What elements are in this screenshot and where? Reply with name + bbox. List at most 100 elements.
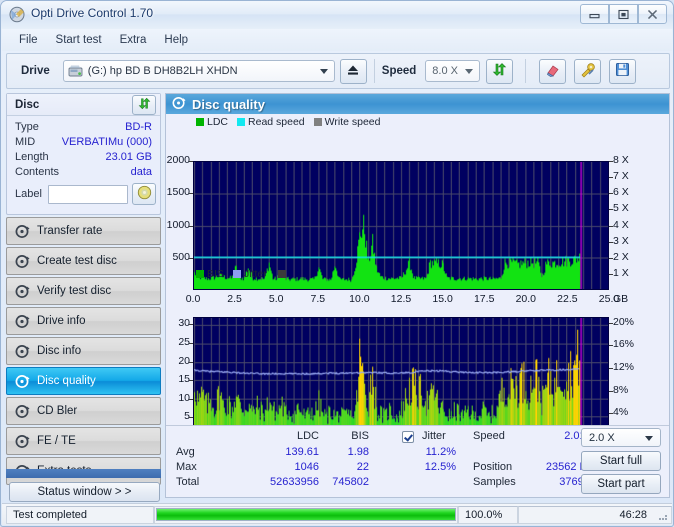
close-button[interactable]: [638, 4, 667, 24]
app-window: Opti Drive Control 1.70 File Start test …: [0, 0, 674, 527]
axis-tick-label: 16%: [613, 338, 635, 351]
status-bar: Test completed 100.0% 46:28: [2, 503, 672, 525]
sidebar-accent-bar: [6, 469, 161, 478]
axis-tick: [609, 273, 613, 275]
axis-tick: [189, 324, 193, 326]
jitter-checkbox[interactable]: [402, 431, 414, 443]
erase-button[interactable]: [539, 58, 567, 84]
axis-tick: [609, 193, 613, 195]
save-icon: [615, 62, 630, 80]
disc-length-label: Length: [15, 151, 49, 163]
legend-swatch: [196, 269, 204, 278]
disc-icon: [11, 344, 33, 359]
disc-icon: [11, 254, 33, 269]
read-label-button[interactable]: [132, 183, 156, 205]
axis-tick-label: 22.5: [557, 293, 578, 305]
axis-tick-label: 3 X: [613, 234, 629, 247]
axis-tick-label: 7.5: [310, 293, 326, 305]
progress-bar: [156, 508, 456, 521]
minimize-button[interactable]: [580, 4, 609, 24]
erase-icon: [545, 62, 561, 81]
toolbar-divider-1: [373, 59, 375, 83]
sidebar-item-disc-info[interactable]: Disc info: [6, 337, 161, 365]
disc-icon: [11, 404, 33, 419]
refresh-speed-button[interactable]: [486, 58, 514, 84]
axis-tick-label: 20: [178, 354, 190, 367]
start-part-button[interactable]: Start part: [581, 474, 661, 494]
chart-bottom-legend: BIS Jitter: [166, 267, 286, 280]
menu-bar: File Start test Extra Help: [2, 29, 672, 51]
menu-item-file[interactable]: File: [10, 32, 47, 48]
row-label-avg: Avg: [176, 446, 195, 458]
axis-tick-label: 10.0: [349, 293, 370, 305]
legend-item-ldc: LDC: [196, 116, 228, 128]
axis-tick-label: 25: [178, 336, 190, 349]
axis-tick: [609, 241, 613, 243]
sidebar-item-fe-te[interactable]: FE / TE: [6, 427, 161, 455]
axis-tick-label: 15: [178, 373, 190, 386]
legend-label: BIS: [207, 267, 224, 280]
refresh-icon: [492, 62, 507, 80]
axis-tick-label: 2 X: [613, 250, 629, 263]
axis-tick: [189, 161, 193, 162]
disc-label-row: Label: [7, 183, 160, 205]
sidebar-item-transfer-rate[interactable]: Transfer rate: [6, 217, 161, 245]
axis-tick-label: 1500: [166, 186, 190, 199]
test-speed-select[interactable]: 2.0 X: [581, 428, 661, 447]
sidebar-item-cd-bler[interactable]: CD Bler: [6, 397, 161, 425]
disc-contents-label: Contents: [15, 166, 60, 178]
legend-label: Jitter: [243, 267, 267, 280]
legend-swatch: [232, 269, 241, 278]
title-bar: Opti Drive Control 1.70: [1, 1, 673, 29]
test-speed-value: 2.0 X: [589, 431, 615, 444]
progress-fill: [157, 509, 455, 520]
status-window-button[interactable]: Status window > >: [9, 482, 160, 502]
axis-tick-label: 15.0: [432, 293, 453, 305]
eject-button[interactable]: [339, 58, 367, 84]
axis-tick-label: 6 X: [613, 186, 629, 199]
start-full-button[interactable]: Start full: [581, 451, 661, 471]
toolbar-divider-2: [525, 59, 527, 83]
tools-button[interactable]: [574, 58, 602, 84]
sidebar-item-create-test-disc[interactable]: Create test disc: [6, 247, 161, 275]
axis-tick-label: 20%: [613, 315, 635, 328]
save-button[interactable]: [609, 58, 637, 84]
chart-bis-canvas: [193, 317, 609, 436]
drive-select[interactable]: (G:) hp BD B DH8B2LH XHDN: [62, 60, 335, 82]
menu-item-start-test[interactable]: Start test: [47, 32, 111, 48]
disc-icon: [11, 374, 33, 389]
axis-tick-label: 500: [172, 250, 190, 263]
legend-label: Write speed: [324, 115, 381, 128]
sidebar-item-drive-info[interactable]: Drive info: [6, 307, 161, 335]
axis-tick: [609, 390, 613, 392]
chevron-down-icon: [465, 69, 474, 74]
disc-icon: [11, 224, 33, 239]
disc-info-panel: Disc Type BD-R MID VERBATIMu (000) Lengt…: [6, 93, 161, 215]
resize-grip-icon[interactable]: [657, 510, 669, 522]
restore-button[interactable]: [609, 4, 638, 24]
disc-mid-value: VERBATIMu (000): [61, 136, 152, 148]
speed-select[interactable]: 8.0 X: [425, 60, 481, 82]
axis-tick-label: 2000: [166, 154, 190, 166]
menu-item-help[interactable]: Help: [155, 32, 197, 48]
axis-tick-label: 10: [178, 391, 190, 404]
axis-tick-label: 1 X: [613, 266, 629, 279]
progress-percent-text: 100.0%: [458, 505, 518, 524]
axis-tick: [189, 225, 193, 227]
drive-value: (G:) hp BD B DH8B2LH XHDN: [87, 65, 238, 77]
eject-icon: [346, 63, 360, 80]
elapsed-time: 46:28: [518, 505, 672, 524]
sidebar-item-disc-quality[interactable]: Disc quality: [6, 367, 161, 395]
chevron-down-icon: [645, 435, 653, 441]
disc-label-input[interactable]: [47, 184, 128, 204]
sidebar-item-verify-test-disc[interactable]: Verify test disc: [6, 277, 161, 305]
axis-tick-label: 30: [178, 317, 190, 330]
menu-item-extra[interactable]: Extra: [111, 32, 156, 48]
axis-tick-label: 1000: [166, 218, 190, 231]
disc-refresh-button[interactable]: [132, 94, 156, 115]
axis-tick-label: 5: [184, 410, 190, 423]
row-label-total: Total: [176, 476, 200, 488]
axis-tick: [609, 413, 613, 415]
axis-tick: [189, 257, 193, 259]
disc-length-value: 23.01 GB: [105, 151, 152, 163]
